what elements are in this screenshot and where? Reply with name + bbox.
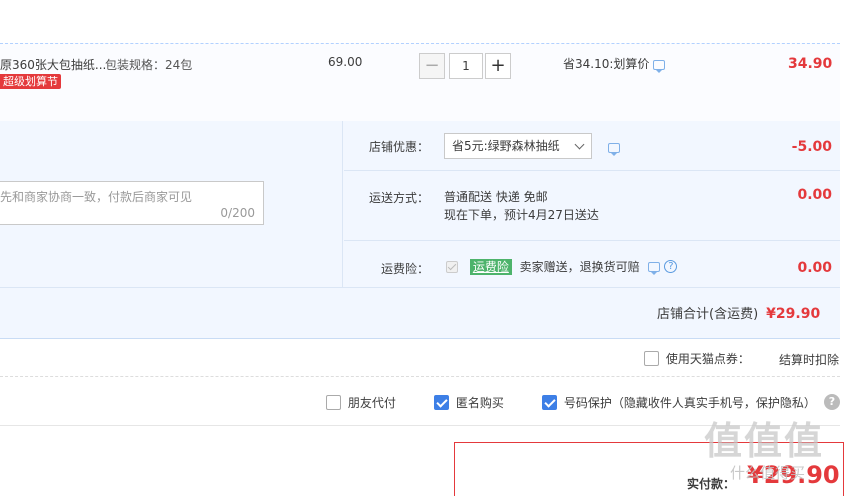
insurance-row: 运费险 卖家赠送，退换货可赔 ? xyxy=(446,258,678,275)
message-char-count: 0/200 xyxy=(220,206,255,220)
divider xyxy=(0,287,840,288)
insurance-badge[interactable]: 运费险 xyxy=(469,258,512,275)
coupon-checkbox[interactable] xyxy=(644,351,659,366)
item-saving-text: 省34.10:划算价 xyxy=(563,57,650,71)
shipping-amount: 0.00 xyxy=(797,187,832,203)
chat-icon[interactable] xyxy=(608,142,620,156)
anonymous-checkbox[interactable] xyxy=(434,395,449,410)
friend-pay-option[interactable]: 朋友代付 xyxy=(326,394,396,411)
number-protect-option[interactable]: 号码保护（隐藏收件人真实手机号，保护隐私） xyxy=(542,394,816,411)
anonymous-option[interactable]: 匿名购买 xyxy=(434,394,504,411)
item-spec: 包装规格：24包 xyxy=(105,58,193,72)
discount-amount: -5.00 xyxy=(791,139,832,155)
shop-total-value: ¥29.90 xyxy=(766,306,821,322)
promo-badge: 超级划算节 xyxy=(0,74,61,89)
qty-plus-button[interactable]: + xyxy=(485,53,511,79)
insurance-text: 卖家赠送，退换货可赔 xyxy=(519,260,640,274)
insurance-amount: 0.00 xyxy=(797,260,832,276)
buyer-message-area: 先和商家协商一致，付款后商家可见 0/200 xyxy=(0,121,343,287)
shop-total: 店铺合计(含运费) ¥29.90 xyxy=(657,303,820,322)
friend-pay-checkbox[interactable] xyxy=(326,395,341,410)
insurance-label: 运费险： xyxy=(380,262,429,276)
buyer-message-input[interactable]: 先和商家协商一致，付款后商家可见 0/200 xyxy=(0,181,264,225)
coupon-row: 使用天猫点券： 结算时扣除 xyxy=(0,340,840,377)
payment-label: 实付款： xyxy=(687,477,736,491)
item-title[interactable]: 原360张大包抽纸... xyxy=(0,56,106,73)
item-saving: 省34.10:划算价 xyxy=(563,55,666,73)
shipping-label: 运送方式： xyxy=(368,191,429,205)
chevron-down-icon xyxy=(574,139,585,150)
help-icon[interactable]: ? xyxy=(664,260,678,273)
coupon-note: 结算时扣除 xyxy=(779,353,840,367)
chat-icon[interactable] xyxy=(653,59,666,73)
item-subtotal: 34.90 xyxy=(788,56,833,72)
friend-pay-label: 朋友代付 xyxy=(347,396,396,410)
shipping-info: 普通配送 快递 免邮 现在下单，预计4月27日送达 xyxy=(444,188,599,224)
qty-minus-button[interactable]: − xyxy=(419,53,445,79)
watermark-logo: 值值值 xyxy=(704,419,825,463)
qty-input[interactable]: 1 xyxy=(449,53,483,79)
coupon-option[interactable]: 使用天猫点券： xyxy=(644,350,750,367)
help-icon[interactable]: ? xyxy=(824,394,840,410)
shop-total-label: 店铺合计(含运费) xyxy=(657,307,759,322)
checkout-page: 原360张大包抽纸... 包装规格：24包 超级划算节 69.00 − 1 + … xyxy=(0,0,856,496)
divider xyxy=(344,240,840,241)
number-protect-label: 号码保护（隐藏收件人真实手机号，保护隐私） xyxy=(563,396,816,410)
divider xyxy=(344,170,840,171)
watermark-url: 什么值得买 xyxy=(730,464,806,482)
discount-selected: 省5元:绿野森林抽纸 xyxy=(452,139,560,153)
message-placeholder: 先和商家协商一致，付款后商家可见 xyxy=(0,190,193,204)
anonymous-label: 匿名购买 xyxy=(455,396,504,410)
shop-summary-block: 先和商家协商一致，付款后商家可见 0/200 店铺优惠： 省5元:绿野森林抽纸 … xyxy=(0,121,840,339)
coupon-label: 使用天猫点券： xyxy=(665,352,750,366)
shipping-method: 普通配送 快递 免邮 xyxy=(444,190,548,204)
chat-icon[interactable] xyxy=(647,261,660,275)
number-protect-checkbox[interactable] xyxy=(542,395,557,410)
shop-discount-select[interactable]: 省5元:绿野森林抽纸 xyxy=(444,133,592,159)
shipping-eta: 现在下单，预计4月27日送达 xyxy=(444,208,599,222)
item-unit-price: 69.00 xyxy=(328,55,363,69)
insurance-checkbox xyxy=(446,260,458,273)
order-item-row: 原360张大包抽纸... 包装规格：24包 超级划算节 69.00 − 1 + … xyxy=(0,43,840,121)
discount-label: 店铺优惠： xyxy=(368,140,429,154)
quantity-stepper: − 1 + xyxy=(419,53,511,81)
